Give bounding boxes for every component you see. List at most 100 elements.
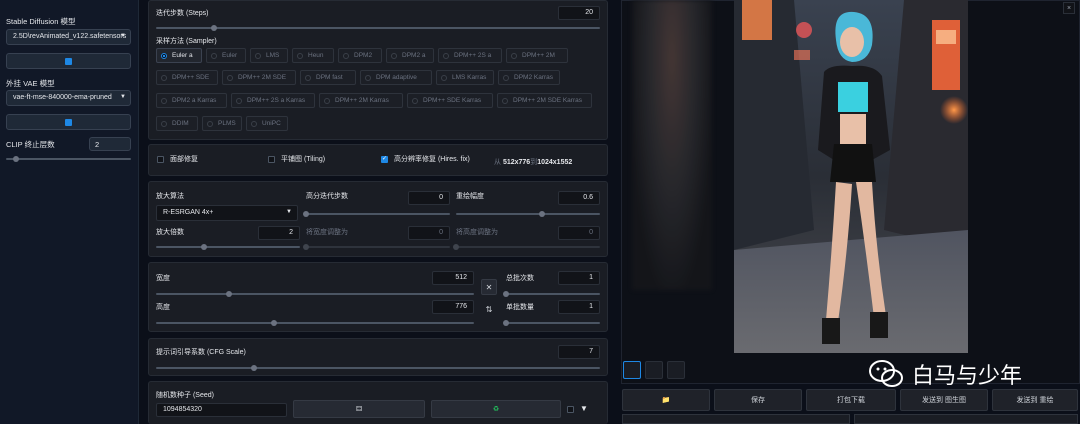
open-folder-button[interactable]: 📁 [622,389,710,411]
generated-image[interactable] [734,0,968,353]
upscaler-value: R-ESRGAN 4x+ [163,209,214,216]
width-slider[interactable] [156,291,474,297]
sampler-option[interactable]: DPM++ 2M SDE [222,70,296,85]
steps-slider[interactable] [156,25,600,31]
sampler-option-label: DPM++ SDE [172,74,210,81]
clip-slider-thumb[interactable] [13,156,19,162]
height-input[interactable]: 776 [432,300,474,314]
resize-width-slider-thumb[interactable] [303,244,309,250]
seed-input[interactable]: 1094854320 [156,403,287,417]
radio-icon [502,98,508,104]
sampler-option[interactable]: Euler [206,48,246,63]
sampler-option[interactable]: PLMS [202,116,242,131]
tiling-checkbox[interactable] [268,156,275,163]
clip-number-input[interactable]: 2 [89,137,131,151]
upscaler-select[interactable]: R-ESRGAN 4x+ ▼ [156,205,298,221]
width-input[interactable]: 512 [432,271,474,285]
batch-size-input[interactable]: 1 [558,300,600,314]
radio-icon [255,53,261,59]
zip-download-button[interactable]: 打包下载 [806,389,896,411]
sampler-option[interactable]: DPM2 Karras [498,70,560,85]
scale-input[interactable]: 2 [258,226,300,240]
sampler-option-label: DPM++ 2M Karras [335,97,389,104]
batch-count-slider[interactable] [503,291,600,297]
sampler-option[interactable]: DDIM [156,116,198,131]
resize-width-input[interactable]: 0 [408,226,450,240]
sampler-option-label: DPM2 [354,52,373,59]
width-slider-thumb[interactable] [226,291,233,297]
sampler-option[interactable]: Euler a [156,48,202,63]
sampler-option[interactable]: DPM++ 2M [506,48,568,63]
scale-slider-thumb[interactable] [200,244,207,250]
radio-icon [161,98,167,104]
denoise-slider-thumb[interactable] [539,211,546,217]
hires-steps-slider-thumb[interactable] [303,211,309,217]
sampler-option[interactable]: UniPC [246,116,288,131]
sampler-option[interactable]: DPM2 a Karras [156,93,227,108]
sampler-label: 采样方法 (Sampler) [156,38,217,45]
close-image-button[interactable]: × [1063,2,1075,14]
sampler-option[interactable]: Heun [292,48,334,63]
model-select-value: 2.5D\revAnimated_v122.safetensors [13,33,127,40]
sampler-option[interactable]: DPM adaptive [360,70,432,85]
steps-slider-thumb[interactable] [210,25,217,31]
swap-order-icon[interactable]: ⇅ [481,301,497,317]
scale-slider[interactable] [156,244,300,250]
sampler-option[interactable]: DPM++ 2M Karras [319,93,403,108]
sampler-option[interactable]: DPM++ 2S a Karras [231,93,315,108]
sampler-option[interactable]: DPM++ SDE [156,70,218,85]
hires-steps-input[interactable]: 0 [408,191,450,205]
height-slider-thumb[interactable] [270,320,277,326]
settings-sidebar: Stable Diffusion 模型 2.5D\revAnimated_v12… [0,0,139,424]
resize-width-slider[interactable] [303,244,450,250]
sampler-option[interactable]: DPM2 a [386,48,434,63]
clip-slider[interactable] [6,156,131,162]
batch-size-slider[interactable] [503,320,600,326]
vae-refresh-button[interactable] [6,114,131,130]
batch-count-slider-thumb[interactable] [503,291,509,297]
batch-size-slider-thumb[interactable] [503,320,509,326]
extra-seed-checkbox[interactable] [567,406,574,413]
save-button[interactable]: 保存 [714,389,802,411]
width-label: 宽度 [156,275,170,282]
gallery-thumbnail[interactable] [667,361,685,379]
send-to-img2img-button[interactable]: 发送到 图生图 [900,389,988,411]
cfg-input[interactable]: 7 [558,345,600,359]
model-select[interactable]: 2.5D\revAnimated_v122.safetensors ▼ [6,29,131,45]
resize-from-label: 从 [494,159,501,166]
sampler-option[interactable]: DPM2 [338,48,382,63]
size-from: 512x776 [502,159,531,166]
sampler-option[interactable]: LMS Karras [436,70,494,85]
caret-down-icon[interactable]: ▼ [580,404,588,413]
sampler-option[interactable]: DPM++ SDE Karras [407,93,493,108]
sampler-option[interactable]: LMS [250,48,288,63]
sampler-option-label: DPM2 Karras [514,74,554,81]
resize-height-slider[interactable] [453,244,600,250]
cfg-slider-thumb[interactable] [250,365,257,371]
random-seed-button[interactable]: ⚃ [293,400,425,418]
sampler-option[interactable]: DPM fast [300,70,356,85]
face-restore-checkbox[interactable] [157,156,164,163]
height-slider[interactable] [156,320,474,326]
cfg-slider[interactable] [156,365,600,371]
reuse-seed-button[interactable]: ♻ [431,400,561,418]
swap-dimensions-button[interactable]: ✕ [481,279,497,295]
model-refresh-button[interactable] [6,53,131,69]
hires-steps-slider[interactable] [303,211,450,217]
batch-count-input[interactable]: 1 [558,271,600,285]
hires-checkbox[interactable] [381,155,388,163]
sampler-option[interactable]: DPM++ 2S a [438,48,502,63]
resize-height-input[interactable]: 0 [558,226,600,240]
gallery-thumbnail[interactable] [645,361,663,379]
sampler-option-label: Heun [308,52,324,59]
vae-select[interactable]: vae-ft-mse-840000-ema-pruned ▼ [6,90,131,106]
sampler-option[interactable]: DPM++ 2M SDE Karras [497,93,592,108]
denoise-slider[interactable] [456,211,600,217]
options-row: 面部修复 平铺图 (Tiling) 高分辨率修复 (Hires. fix) 从 … [148,144,608,176]
steps-input[interactable]: 20 [558,6,600,20]
resize-height-slider-thumb[interactable] [453,244,459,250]
send-to-inpaint-button[interactable]: 发送到 重绘 [992,389,1078,411]
denoise-input[interactable]: 0.6 [558,191,600,205]
gallery-thumbnail[interactable] [623,361,641,379]
chevron-down-icon: ▼ [120,33,126,39]
